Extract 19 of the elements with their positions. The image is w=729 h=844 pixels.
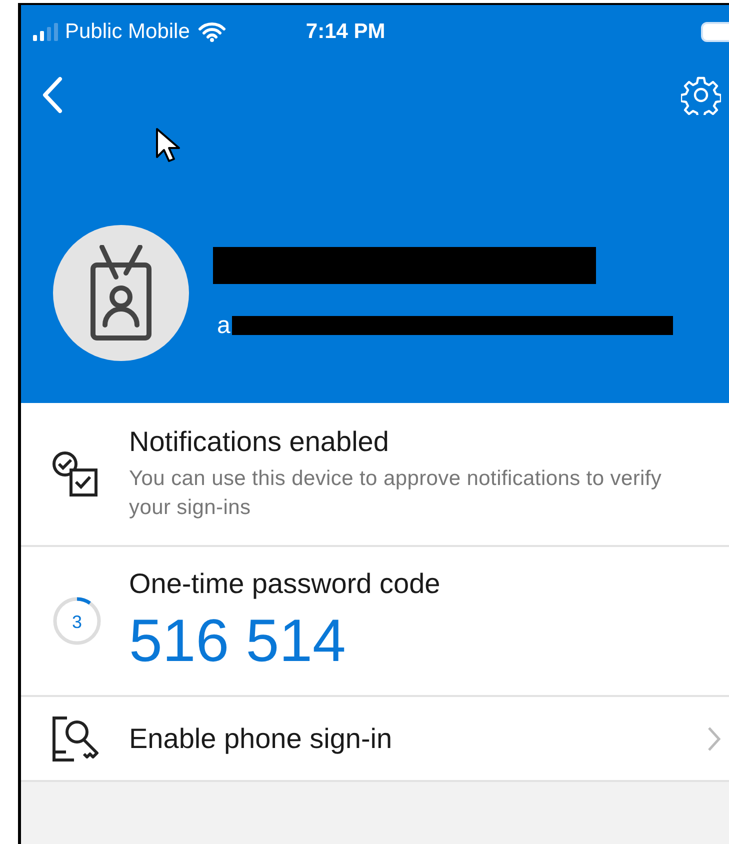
carrier-name: Public Mobile [65, 20, 190, 44]
wifi-icon [198, 22, 226, 42]
clock-time: 7:14 PM [306, 20, 386, 44]
item-description: You can use this device to approve notifications to verify your sign-ins [129, 466, 663, 521]
badge-icon [90, 245, 152, 341]
approval-checks-icon [51, 450, 99, 498]
item-title: One-time password code [129, 568, 442, 600]
account-email: a [217, 312, 230, 340]
phone-key-icon [51, 716, 101, 762]
item-title: Enable phone sign-in [129, 722, 394, 754]
item-title: Notifications enabled [129, 426, 390, 458]
battery-icon [701, 22, 729, 42]
signal-icon [33, 23, 59, 41]
otp-code: 516 514 [129, 606, 347, 674]
cursor-icon [155, 127, 181, 163]
countdown-ring [53, 597, 101, 645]
back-icon[interactable] [41, 76, 63, 114]
settings-icon[interactable] [681, 75, 721, 115]
seconds-left: 3 [72, 612, 82, 632]
